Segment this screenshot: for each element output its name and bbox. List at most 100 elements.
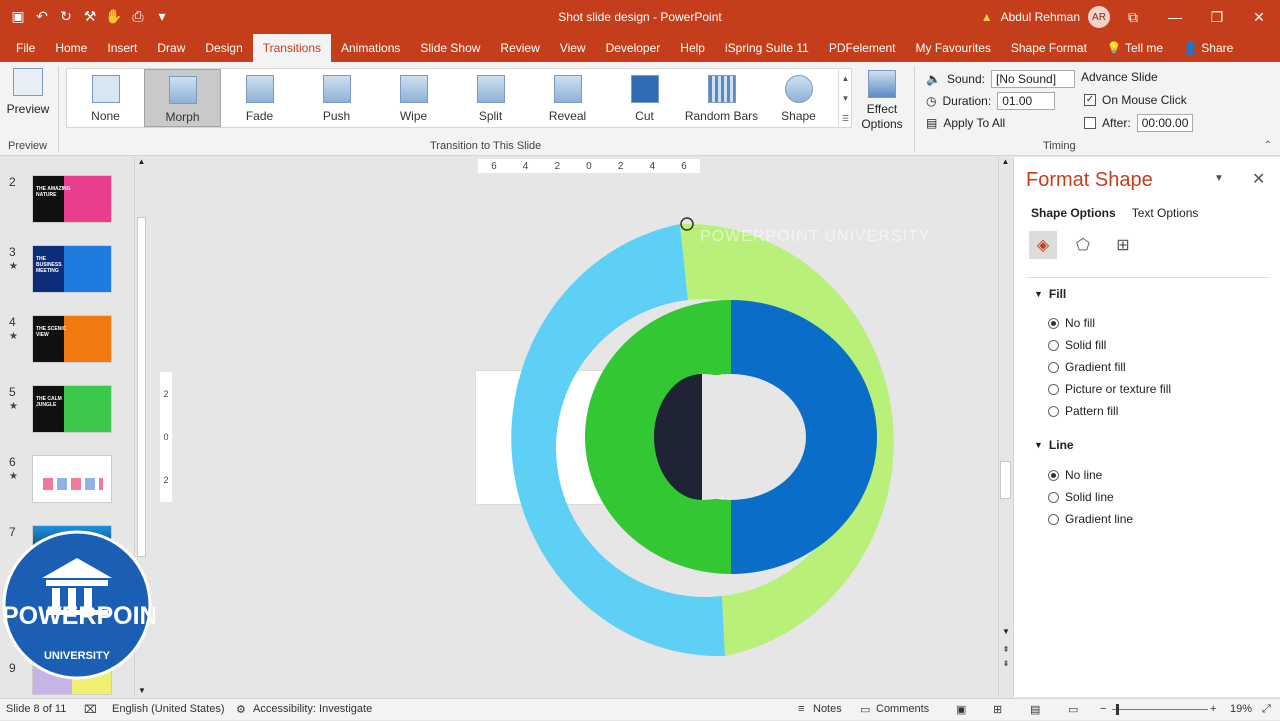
slide-thumbnail[interactable]: 3 ★ THE BUSINESS MEETING [0, 245, 140, 305]
gallery-scroll[interactable]: ▲ ▼ ☰ [838, 68, 852, 128]
transition-label: Shape [781, 109, 816, 123]
effects-pentagon-icon[interactable]: ⬠ [1069, 231, 1097, 259]
tab-pdfelement[interactable]: PDFelement [819, 34, 906, 62]
chevron-down-icon[interactable]: ▼ [842, 94, 850, 103]
transition-cut[interactable]: Cut [606, 69, 683, 127]
chevron-up-icon[interactable]: ▲ [842, 74, 850, 83]
tab-view[interactable]: View [550, 34, 596, 62]
window-controls: ⧉ — ❐ ✕ [1112, 0, 1280, 34]
close-window-icon[interactable]: ✕ [1238, 0, 1280, 34]
accessibility-status[interactable]: Accessibility: Investigate [253, 703, 372, 715]
zoom-slider[interactable] [1112, 704, 1208, 715]
slide-thumbnail[interactable]: 6 ★ [0, 455, 140, 515]
apply-to-all-button[interactable]: ▤ Apply To All [926, 116, 1005, 130]
transition-fade[interactable]: Fade [221, 69, 298, 127]
scroll-down-icon[interactable]: ▼ [999, 627, 1013, 636]
pane-options-icon[interactable]: ▼ [1214, 173, 1224, 184]
slideshow-icon[interactable]: ▭ [1068, 703, 1078, 716]
transition-none[interactable]: None [67, 69, 144, 127]
pattern-fill-radio[interactable]: Pattern fill [1048, 404, 1118, 418]
after-stepper[interactable]: 00:00.00 [1136, 114, 1193, 132]
slide-thumbnail[interactable]: 4 ★ THE SCENIC VIEW [0, 315, 140, 375]
clock-icon: ◷ [926, 94, 937, 108]
transition-wipe[interactable]: Wipe [375, 69, 452, 127]
tell-me[interactable]: 💡 Tell me [1097, 34, 1173, 62]
tab-insert[interactable]: Insert [97, 34, 147, 62]
transition-push[interactable]: Push [298, 69, 375, 127]
language-indicator[interactable]: English (United States) [112, 703, 225, 715]
transition-shape[interactable]: Shape [760, 69, 837, 127]
radio-icon [1048, 491, 1059, 503]
transition-reveal[interactable]: Reveal [529, 69, 606, 127]
line-section-header[interactable]: ▼ Line [1034, 438, 1074, 452]
collapse-ribbon-icon[interactable]: ⌃ [1264, 140, 1272, 151]
scroll-thumb[interactable] [1000, 461, 1011, 499]
scroll-thumb[interactable] [137, 217, 146, 557]
notes-button[interactable]: Notes [813, 703, 842, 715]
scroll-up-icon[interactable]: ▲ [999, 157, 1012, 166]
transition-random-bars[interactable]: Random Bars [683, 69, 760, 127]
comments-button[interactable]: Comments [876, 703, 929, 715]
normal-view-icon[interactable]: ▣ [956, 703, 966, 716]
effect-options-button[interactable]: Effect Options [860, 70, 904, 132]
tab-review[interactable]: Review [490, 34, 549, 62]
slide-thumbnail[interactable]: 5 ★ THE CALM JUNGLE [0, 385, 140, 445]
tab-slide-show[interactable]: Slide Show [410, 34, 490, 62]
transition-morph[interactable]: Morph [144, 69, 221, 127]
restore-icon[interactable]: ❐ [1196, 0, 1238, 34]
radio-icon [1048, 513, 1059, 525]
fit-slide-icon[interactable]: ⤢ [1262, 703, 1271, 716]
inner-circle-right[interactable] [702, 374, 777, 500]
user-account[interactable]: ▲ Abdul Rehman AR [981, 6, 1110, 28]
solid-fill-radio[interactable]: Solid fill [1048, 338, 1106, 352]
canvas-scrollbar[interactable]: ▲ ▼ ⇞ ⇟ [998, 157, 1012, 697]
zoom-level[interactable]: 19% [1230, 703, 1252, 715]
zoom-slider-thumb[interactable] [1116, 704, 1119, 715]
donut-graphic[interactable] [500, 210, 930, 660]
tab-shape-format[interactable]: Shape Format [1001, 34, 1097, 62]
scroll-down-icon[interactable]: ▼ [135, 686, 149, 695]
tab-design[interactable]: Design [195, 34, 252, 62]
ribbon-display-icon[interactable]: ⧉ [1112, 0, 1154, 34]
solid-line-radio[interactable]: Solid line [1048, 490, 1114, 504]
transition-split[interactable]: Split [452, 69, 529, 127]
spellcheck-icon[interactable]: ⌧ [84, 703, 97, 716]
tab-ispring[interactable]: iSpring Suite 11 [715, 34, 819, 62]
tab-help[interactable]: Help [670, 34, 715, 62]
picture-fill-radio[interactable]: Picture or texture fill [1048, 382, 1171, 396]
tab-developer[interactable]: Developer [596, 34, 671, 62]
no-fill-radio[interactable]: No fill [1048, 316, 1095, 330]
fill-section-header[interactable]: ▼ Fill [1034, 287, 1066, 301]
duration-stepper[interactable]: 01.00 [997, 92, 1056, 110]
tab-my-favourites[interactable]: My Favourites [906, 34, 1001, 62]
prev-slide-icon[interactable]: ⇞ [999, 645, 1013, 654]
tab-file[interactable]: File [6, 34, 45, 62]
minimize-icon[interactable]: — [1154, 0, 1196, 34]
tab-animations[interactable]: Animations [331, 34, 410, 62]
gradient-fill-radio[interactable]: Gradient fill [1048, 360, 1126, 374]
preview-button[interactable]: Preview [6, 68, 50, 128]
tab-home[interactable]: Home [45, 34, 97, 62]
sound-dropdown[interactable]: [No Sound] [991, 70, 1075, 88]
tab-text-options[interactable]: Text Options [1132, 206, 1199, 220]
zoom-in-icon[interactable]: + [1210, 703, 1216, 715]
share-button[interactable]: 👤 Share [1173, 34, 1243, 62]
close-icon[interactable]: ✕ [1252, 169, 1265, 189]
slide-thumbnail[interactable]: 2 THE AMAZING NATURE [0, 175, 140, 235]
scroll-up-icon[interactable]: ▲ [135, 157, 148, 166]
gradient-line-radio[interactable]: Gradient line [1048, 512, 1133, 526]
animation-star-icon: ★ [9, 261, 18, 272]
zoom-out-icon[interactable]: − [1100, 703, 1106, 715]
reading-view-icon[interactable]: ▤ [1030, 703, 1040, 716]
tab-draw[interactable]: Draw [147, 34, 195, 62]
gallery-more-icon[interactable]: ☰ [842, 114, 849, 123]
no-line-radio[interactable]: No line [1048, 468, 1102, 482]
tab-shape-options[interactable]: Shape Options [1031, 206, 1116, 220]
on-mouse-click-checkbox[interactable]: ✓ On Mouse Click [1084, 93, 1187, 107]
size-properties-icon[interactable]: ⊞ [1109, 231, 1137, 259]
after-checkbox[interactable]: After: 00:00.00 [1084, 114, 1193, 132]
next-slide-icon[interactable]: ⇟ [999, 659, 1013, 668]
fill-line-icon[interactable]: ◈ [1029, 231, 1057, 259]
tab-transitions[interactable]: Transitions [252, 34, 331, 62]
slide-sorter-icon[interactable]: ⊞ [993, 703, 1002, 716]
